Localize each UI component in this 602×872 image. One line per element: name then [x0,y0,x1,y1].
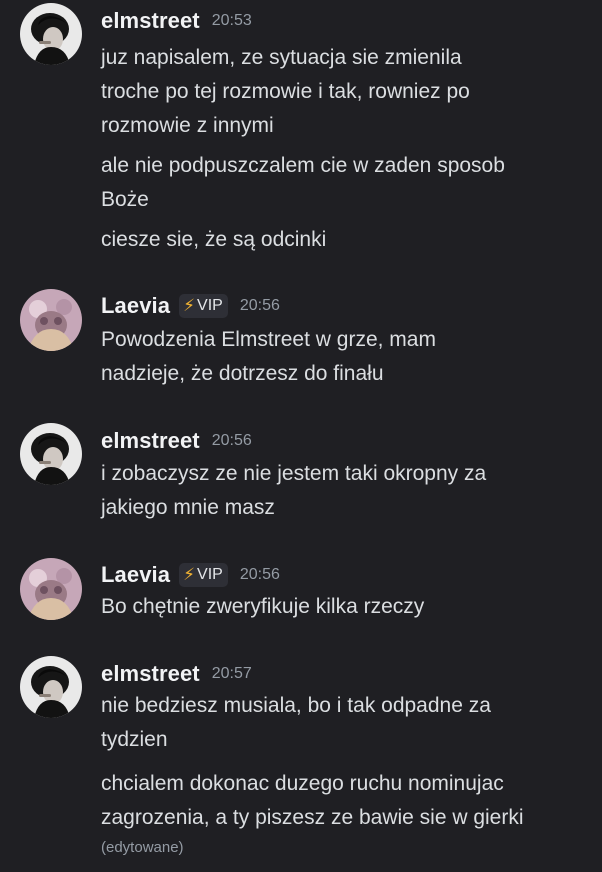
message-text: Powodzenia Elmstreet w grze, mam [101,328,436,351]
message-text: nadzieje, że dotrzesz do finału [101,362,384,385]
lightning-bolt-icon: ⚡ [183,565,196,584]
message-group: Laevia ⚡ VIP 20:56 Bo chętnie zweryfikuj… [0,554,602,634]
edited-label: (edytowane) [101,839,184,856]
message-text: jakiego mnie masz [101,496,275,519]
message-group: Laevia ⚡ VIP 20:56 Powodzenia Elmstreet … [0,285,602,395]
message-text: troche po tej rozmowie i tak, rowniez po [101,80,470,103]
user-avatar-dark-hair-icon[interactable] [20,3,82,65]
message-text: juz napisalem, ze sytuacja sie zmienila [101,46,462,69]
message-timestamp: 20:53 [211,12,252,29]
vip-badge[interactable]: ⚡ VIP [179,563,228,587]
message-text: Bo chętnie zweryfikuje kilka rzeczy [101,595,425,618]
message-timestamp: 20:57 [211,665,252,682]
vip-badge-label: VIP [197,297,223,314]
message-text: zagrozenia, a ty piszesz ze bawie sie w … [101,806,524,829]
message-text: chcialem dokonac duzego ruchu nominujac [101,772,504,795]
message-text: Boże [101,188,149,211]
username[interactable]: elmstreet [101,8,200,34]
chat-message-list: elmstreet 20:53 juz napisalem, ze sytuac… [0,0,602,872]
username[interactable]: elmstreet [101,661,200,687]
user-avatar-dark-hair-icon[interactable] [20,656,82,718]
message-timestamp: 20:56 [239,297,280,314]
username[interactable]: Laevia [101,562,170,588]
lightning-bolt-icon: ⚡ [183,296,196,315]
message-text: i zobaczysz ze nie jestem taki okropny z… [101,462,487,485]
message-header: elmstreet 20:56 [101,426,252,456]
message-text: ale nie podpuszczalem cie w zaden sposob [101,154,505,177]
message-text: tydzien [101,728,168,751]
message-header: elmstreet 20:57 [101,659,252,689]
username[interactable]: elmstreet [101,428,200,454]
user-avatar-pink-icon[interactable] [20,289,82,351]
message-group: elmstreet 20:56 i zobaczysz ze nie jeste… [0,420,602,530]
message-header: elmstreet 20:53 [101,6,252,36]
message-text: ciesze sie, że są odcinki [101,228,327,251]
message-timestamp: 20:56 [239,566,280,583]
message-timestamp: 20:56 [211,432,252,449]
message-header: Laevia ⚡ VIP 20:56 [101,560,280,590]
message-text: nie bedziesz musiala, bo i tak odpadne z… [101,694,491,717]
vip-badge[interactable]: ⚡ VIP [179,294,228,318]
message-header: Laevia ⚡ VIP 20:56 [101,291,280,321]
vip-badge-label: VIP [197,566,223,583]
username[interactable]: Laevia [101,293,170,319]
user-avatar-pink-icon[interactable] [20,558,82,620]
message-group: elmstreet 20:53 juz napisalem, ze sytuac… [0,0,602,262]
user-avatar-dark-hair-icon[interactable] [20,423,82,485]
message-text: rozmowie z innymi [101,114,274,137]
message-group: elmstreet 20:57 nie bedziesz musiala, bo… [0,653,602,868]
